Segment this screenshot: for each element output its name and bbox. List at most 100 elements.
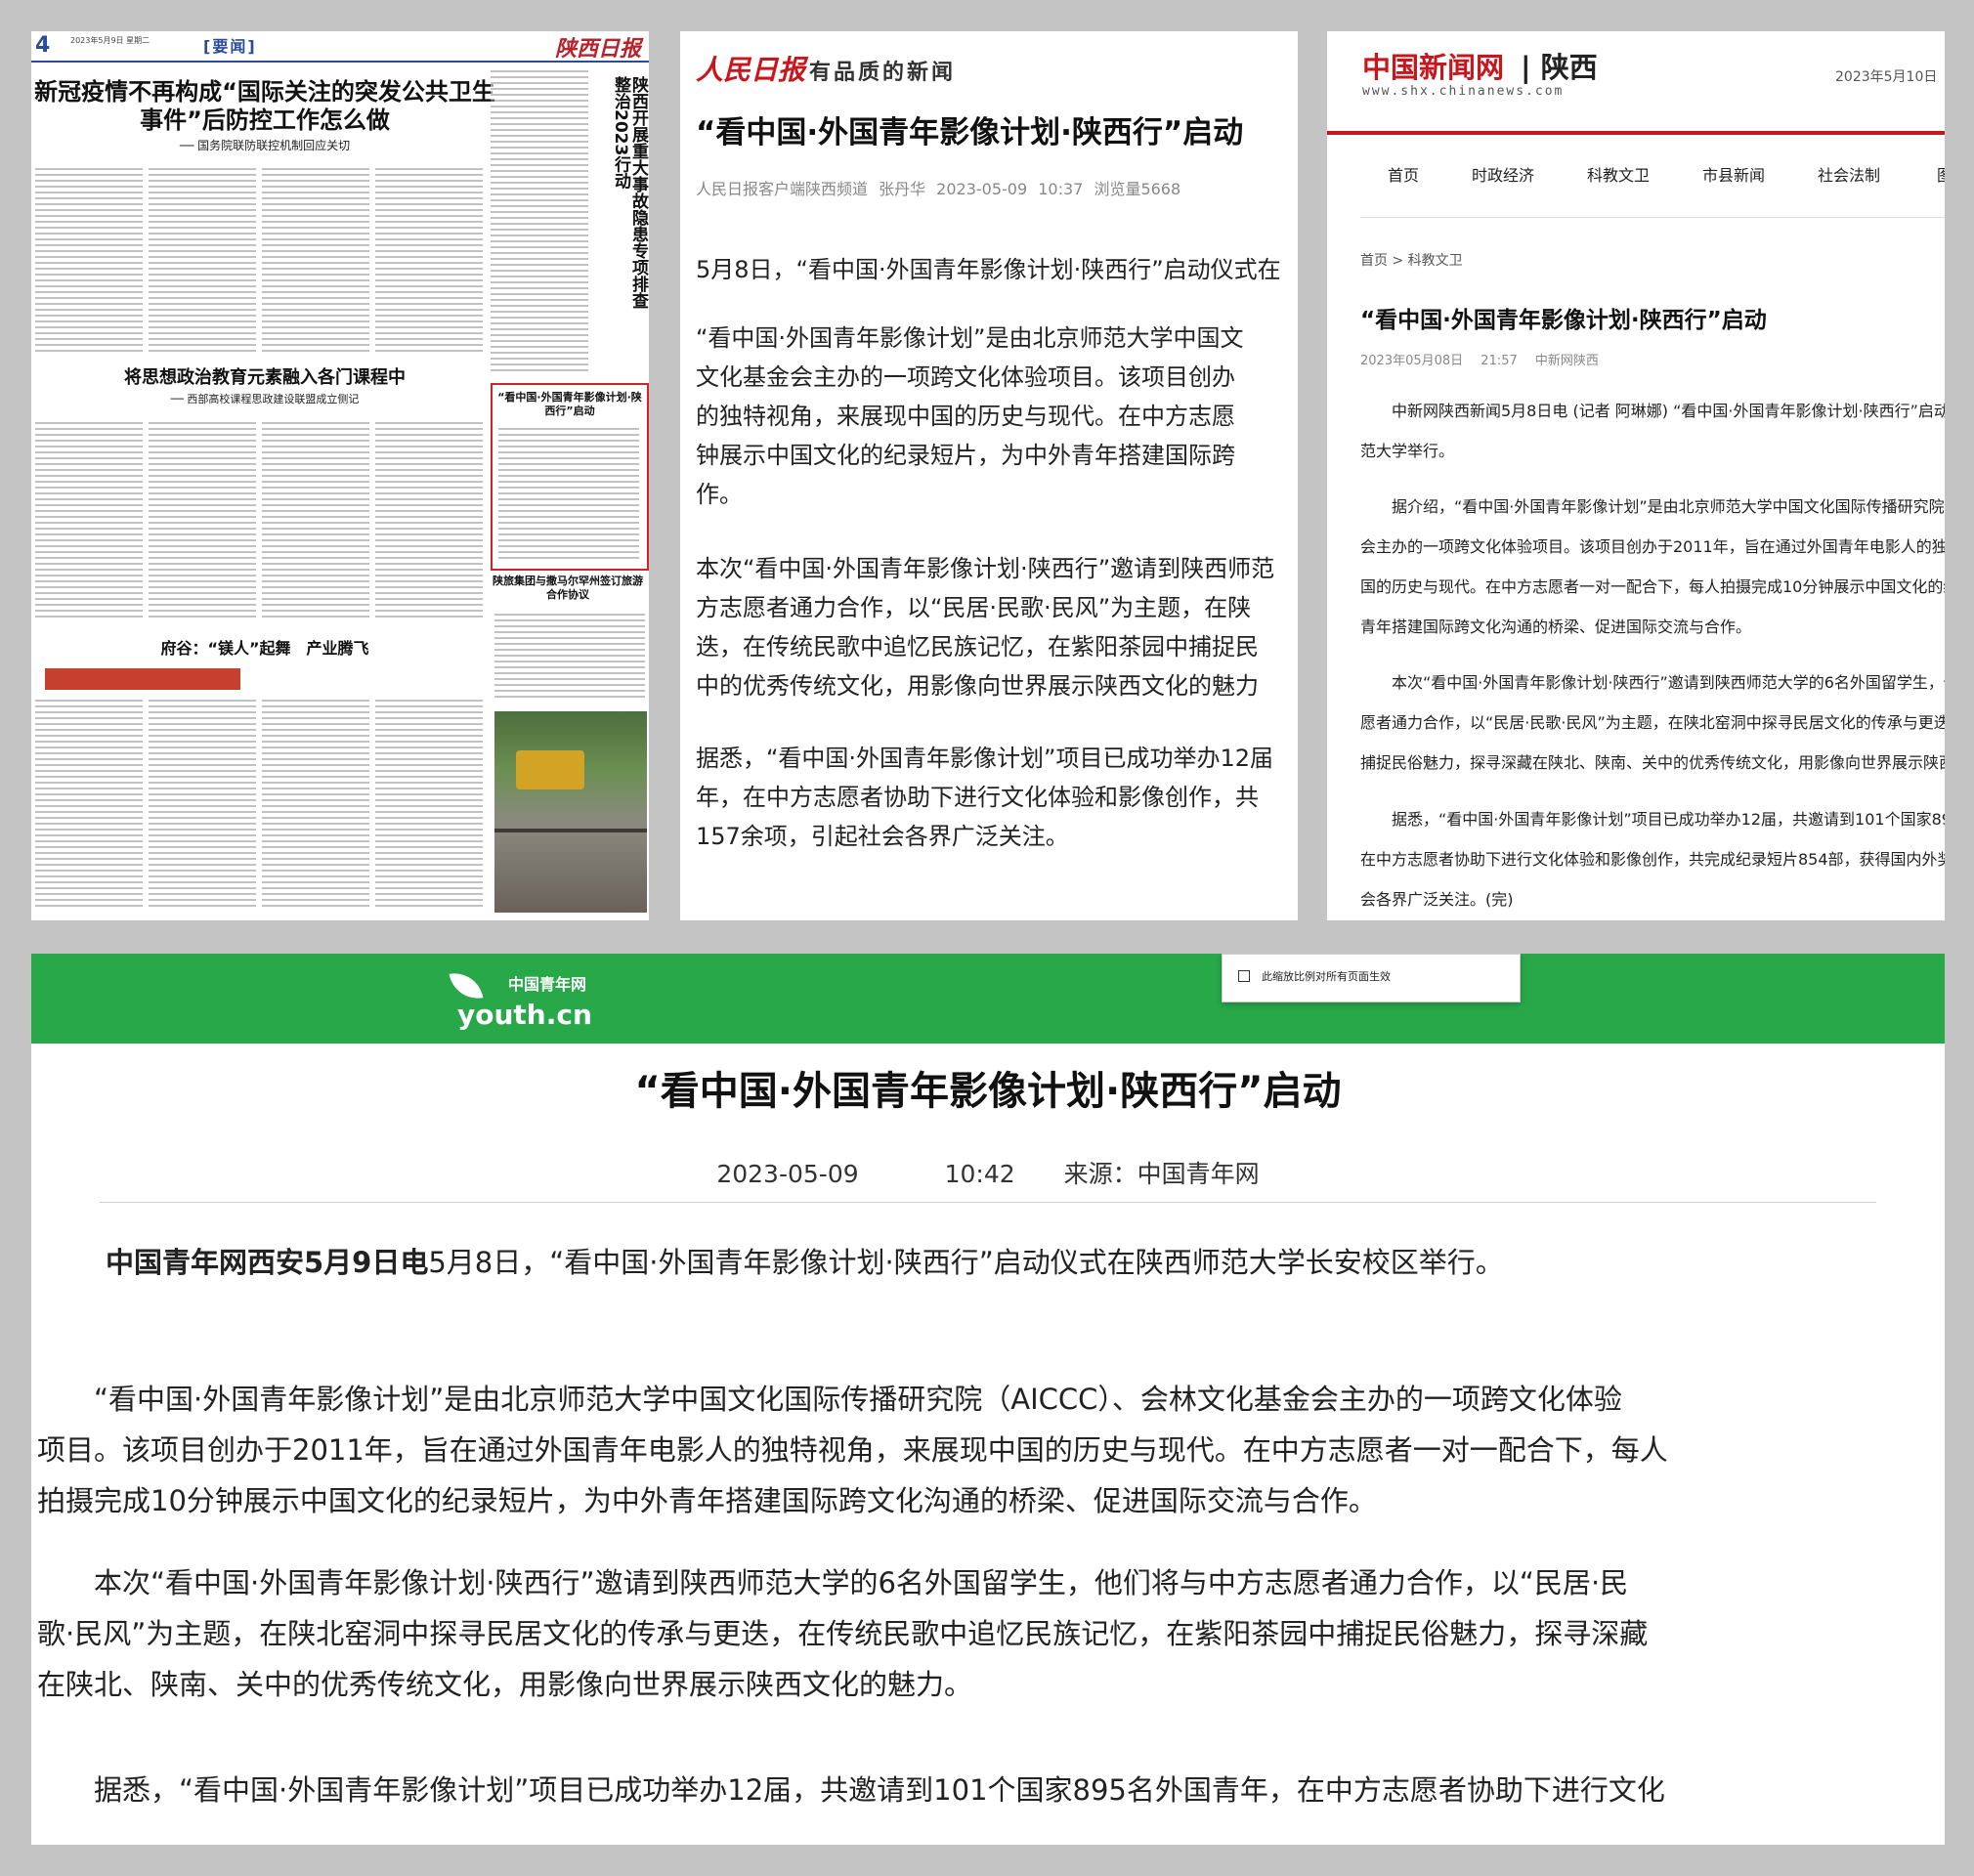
zoom-all-pages-checkbox[interactable] — [1238, 970, 1250, 982]
article-paragraph: 本次“看中国·外国青年影像计划·陕西行”邀请到陕西师范大学的6名外国留学生，他们… — [1360, 662, 1945, 783]
highlighted-article-title: “看中国·外国青年影像计划·陕西行”启动 — [497, 391, 642, 417]
text-column — [149, 422, 256, 618]
paragraph-line: 文化基金会主办的一项跨文化体验项目。该项目创办 — [696, 363, 1235, 391]
main-nav: 首页 时政经济 科教文卫 市县新闻 社会法制 图片 — [1327, 162, 1945, 192]
peoples-daily-logo: 人民日报 — [696, 54, 806, 86]
paragraph-line: 作。 — [696, 481, 743, 508]
header-divider — [1327, 131, 1945, 135]
chinanews-panel: 中国新闻网 | 陕西 www.shx.chinanews.com 2023年5月… — [1327, 31, 1945, 920]
youth-logo-en: youth.cn — [457, 999, 592, 1031]
zoom-popup: 此缩放比例对所有页面生效 — [1222, 954, 1521, 1002]
peoples-daily-slogan: 有品质的新闻 — [809, 61, 957, 85]
date-line: 2023年5月9日 星期二 — [70, 36, 150, 45]
text-column — [262, 168, 369, 354]
paragraph-line: 方志愿者通力合作，以“民居·民歌·民风”为主题，在陕 — [696, 594, 1252, 621]
text-column — [491, 70, 588, 373]
paragraph-line: 157余项，引起社会各界广泛关注。 — [696, 823, 1069, 850]
article-title: “看中国·外国青年影像计划·陕西行”启动 — [1360, 308, 1767, 333]
highlighted-article-box: “看中国·外国青年影像计划·陕西行”启动 — [491, 383, 649, 571]
paragraph-line: 国的历史与现代。在中方志愿者一对一配合下，每人拍摄完成10分钟展示中国文化的纪录… — [1360, 577, 1945, 596]
article-paragraph: 据悉，“看中国·外国青年影像计划”项目已成功举办12届 年，在中方志愿者协助下进… — [696, 739, 1298, 856]
paragraph-line: “看中国·外国青年影像计划”是由北京师范大学中国文化国际传播研究院（AICCC）… — [37, 1383, 1622, 1416]
text-column — [375, 422, 483, 618]
article-paragraph: 据悉，“看中国·外国青年影像计划”项目已成功举办12届，共邀请到101个国家89… — [37, 1765, 1945, 1815]
article-meta: 2023-05-09 10:42 来源：中国青年网 — [716, 1160, 1260, 1188]
paragraph-line: “看中国·外国青年影像计划”是由北京师范大学中国文 — [696, 324, 1244, 352]
paragraph-line: 本次“看中国·外国青年影像计划·陕西行”邀请到陕西师范大学的6名外国留学生，他们… — [37, 1566, 1629, 1599]
youth-panel: 中国青年网 youth.cn 此缩放比例对所有页面生效 “看中国·外国青年影像计… — [31, 954, 1945, 1845]
chinanews-url: www.shx.chinanews.com — [1362, 84, 1565, 99]
title-divider — [100, 1202, 1876, 1203]
youth-logo[interactable]: 中国青年网 youth.cn — [430, 963, 596, 1042]
text-column — [149, 700, 256, 911]
article-title: “看中国·外国青年影像计划·陕西行”启动 — [696, 115, 1244, 150]
text-column — [35, 168, 143, 354]
article-paragraph: 本次“看中国·外国青年影像计划·陕西行”邀请到陕西师范 方志愿者通力合作，以“民… — [696, 549, 1298, 705]
nav-item-local[interactable]: 市县新闻 — [1702, 162, 1765, 186]
article-paragraph: 据介绍，“看中国·外国青年影像计划”是由北京师范大学中国文化国际传播研究院、会林… — [1360, 487, 1945, 647]
headline-second: 将思想政治教育元素融入各门课程中 — [124, 367, 406, 388]
article-paragraph: 据悉，“看中国·外国青年影像计划”项目已成功举办12届，共邀请到101个国家89… — [1360, 799, 1945, 919]
zoom-all-pages-label: 此缩放比例对所有页面生效 — [1262, 970, 1391, 983]
article-paragraph: “看中国·外国青年影像计划”是由北京师范大学中国文 文化基金会主办的一项跨文化体… — [696, 319, 1298, 514]
nav-item-politics[interactable]: 时政经济 — [1472, 162, 1534, 186]
paragraph-line: 范大学举行。 — [1360, 442, 1455, 460]
paragraph-line: 据悉，“看中国·外国青年影像计划”项目已成功举办12届，共邀请到101个国家89… — [1392, 810, 1945, 829]
youth-logo-cn: 中国青年网 — [508, 975, 587, 994]
article-paragraph: “看中国·外国青年影像计划”是由北京师范大学中国文化国际传播研究院（AICCC）… — [37, 1374, 1945, 1526]
paragraph-line: 中的优秀传统文化，用影像向世界展示陕西文化的魅力 — [696, 672, 1259, 700]
vertical-headline: 陕西开展重大事故隐患专项排查整治2023行动 — [611, 76, 648, 309]
headline-tourism: 陕旅集团与撒马尔罕州签订旅游合作协议 — [493, 575, 643, 601]
dateline-bold: 中国青年网西安5月9日电 — [106, 1246, 429, 1279]
peoples-daily-panel: 人民日报 有品质的新闻 “看中国·外国青年影像计划·陕西行”启动 人民日报客户端… — [680, 31, 1298, 920]
subhead-second: ── 西部高校课程思政建设联盟成立侧记 — [170, 393, 360, 405]
header-date: 2023年5月10日 — [1835, 69, 1938, 85]
excavator-shape — [516, 750, 584, 789]
paragraph-line: 拍摄完成10分钟展示中国文化的纪录短片，为中外青年搭建国际跨文化沟通的桥梁、促进… — [37, 1484, 1377, 1517]
breadcrumb[interactable]: 首页 > 科教文卫 — [1360, 250, 1463, 270]
paragraph-line: 在陕北、陕南、关中的优秀传统文化，用影像向世界展示陕西文化的魅力。 — [37, 1668, 973, 1701]
paragraph-line: 5月8日，“看中国·外国青年影像计划·陕西行”启动仪式在 — [696, 256, 1281, 283]
paragraph-line: 会主办的一项跨文化体验项目。该项目创办于2011年，旨在通过外国青年电影人的独特… — [1360, 537, 1945, 556]
article-paragraph: 5月8日，“看中国·外国青年影像计划·陕西行”启动仪式在 — [696, 250, 1298, 289]
text-column — [375, 700, 483, 911]
article-lead: 中国青年网西安5月9日电5月8日，“看中国·外国青年影像计划·陕西行”启动仪式在… — [37, 1237, 1945, 1288]
chinanews-region: | 陕西 — [1521, 51, 1598, 84]
newspaper-panel: 4 2023年5月9日 星期二 [要闻] 陕西日报 新冠疫情不再构成“国际关注的… — [31, 31, 649, 920]
construction-photo — [494, 711, 647, 913]
masthead-logo: 陕西日报 — [554, 36, 641, 62]
paragraph-line: 项目。该项目创办于2011年，旨在通过外国青年电影人的独特视角，来展现中国的历史… — [37, 1433, 1668, 1467]
lead-text: 5月8日，“看中国·外国青年影像计划·陕西行”启动仪式在陕西师范大学长安校区举行… — [428, 1246, 1504, 1279]
text-column — [375, 168, 483, 354]
nav-item-photos[interactable]: 图片 — [1937, 162, 1945, 186]
paragraph-line: 会各界广泛关注。(完) — [1360, 890, 1514, 909]
paragraph-line: 据介绍，“看中国·外国青年影像计划”是由北京师范大学中国文化国际传播研究院、会林… — [1392, 497, 1945, 516]
chinanews-logo[interactable]: 中国新闻网 — [1362, 45, 1504, 86]
paragraph-line: 迭，在传统民歌中追忆民族记忆，在紫阳茶园中捕捉民 — [696, 633, 1259, 661]
page-number: 4 — [35, 33, 51, 58]
article-meta: 人民日报客户端陕西频道 张丹华 2023-05-09 10:37 浏览量5668 — [696, 180, 1181, 198]
text-column — [494, 614, 645, 702]
text-column — [498, 428, 639, 561]
article-paragraph: 本次“看中国·外国青年影像计划·陕西行”邀请到陕西师范大学的6名外国留学生，他们… — [37, 1557, 1945, 1710]
headline-main: 新冠疫情不再构成“国际关注的突发公共卫生事件”后防控工作怎么做 — [34, 78, 495, 134]
text-column — [149, 168, 256, 354]
text-column — [262, 422, 369, 618]
paragraph-line: 中国青年网西安5月9日电5月8日，“看中国·外国青年影像计划·陕西行”启动仪式在… — [106, 1237, 1945, 1288]
paragraph-line: 本次“看中国·外国青年影像计划·陕西行”邀请到陕西师范大学的6名外国留学生，他们… — [1392, 673, 1945, 692]
paragraph-line: 歌·民风”为主题，在陕北窑洞中探寻民居文化的传承与更迭，在传统民歌中追忆民族记忆… — [37, 1617, 1649, 1650]
text-column — [35, 422, 143, 618]
paragraph-line: 在中方志愿者协助下进行文化体验和影像创作，共完成纪录短片854部，获得国内外奖项… — [1360, 850, 1945, 869]
text-column — [262, 700, 369, 911]
headline-fugu: 府谷：“镁人”起舞 产业腾飞 — [160, 639, 369, 658]
paragraph-line: 据悉，“看中国·外国青年影像计划”项目已成功举办12届，共邀请到101个国家89… — [37, 1773, 1665, 1807]
site-header-bar — [31, 954, 1945, 1044]
nav-item-education[interactable]: 科教文卫 — [1587, 162, 1650, 186]
rail-shape — [494, 829, 647, 832]
nav-item-home[interactable]: 首页 — [1388, 162, 1419, 186]
nav-item-society[interactable]: 社会法制 — [1818, 162, 1880, 186]
paragraph-line: 愿者通力合作，以“民居·民歌·民风”为主题，在陕北窑洞中探寻民居文化的传承与更迭… — [1360, 713, 1945, 732]
section-label: [要闻] — [203, 37, 257, 56]
article-title: “看中国·外国青年影像计划·陕西行”启动 — [634, 1069, 1342, 1114]
paragraph-line: 钟展示中国文化的纪录短片，为中外青年搭建国际跨 — [696, 442, 1235, 469]
